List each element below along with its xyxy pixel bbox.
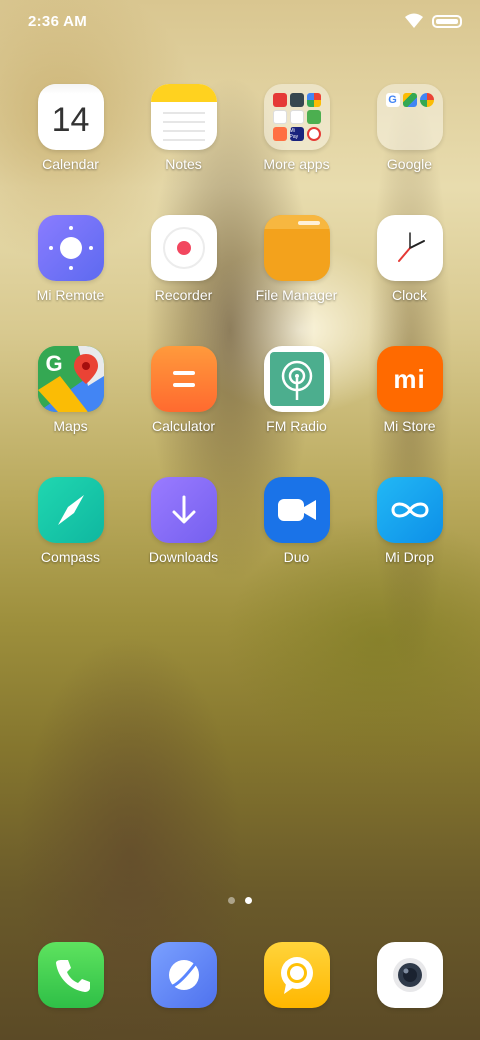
page-dot[interactable] <box>228 897 235 904</box>
app-google-folder[interactable]: G Google <box>353 84 466 172</box>
dock-phone[interactable] <box>14 942 127 1008</box>
downloads-icon <box>150 477 217 543</box>
app-label: Notes <box>165 156 202 172</box>
clock-icon <box>376 215 443 281</box>
app-mi-store[interactable]: mi Mi Store <box>353 346 466 434</box>
app-file-manager[interactable]: File Manager <box>240 215 353 303</box>
home-screen-grid: 14 Calendar Notes Mi Pay More apps G Goo… <box>14 84 466 565</box>
app-maps[interactable]: G Maps <box>14 346 127 434</box>
app-fm-radio[interactable]: FM Radio <box>240 346 353 434</box>
app-mi-drop[interactable]: Mi Drop <box>353 477 466 565</box>
app-recorder[interactable]: Recorder <box>127 215 240 303</box>
app-label: Mi Remote <box>36 287 105 303</box>
app-clock[interactable]: Clock <box>353 215 466 303</box>
app-notes[interactable]: Notes <box>127 84 240 172</box>
mi-remote-icon <box>37 215 104 281</box>
browser-icon <box>150 942 217 1008</box>
app-label: Calendar <box>42 156 99 172</box>
battery-icon <box>432 14 462 28</box>
compass-icon <box>37 477 104 543</box>
mi-logo: mi <box>393 363 426 394</box>
folder-icon: Mi Pay <box>263 84 330 150</box>
maps-g-letter: G <box>45 351 63 376</box>
phone-icon <box>37 942 104 1008</box>
mi-store-icon: mi <box>376 346 443 412</box>
app-calendar[interactable]: 14 Calendar <box>14 84 127 172</box>
app-label: Clock <box>391 287 427 303</box>
mi-drop-icon <box>376 477 443 543</box>
google-folder-icon: G <box>376 84 443 150</box>
app-label: Compass <box>40 549 101 565</box>
dock-messaging[interactable] <box>240 942 353 1008</box>
status-icons <box>404 13 462 29</box>
app-label: Downloads <box>148 549 219 565</box>
camera-icon <box>376 942 443 1008</box>
status-time: 2:36 AM <box>28 12 88 30</box>
app-label: Google <box>386 156 433 172</box>
app-compass[interactable]: Compass <box>14 477 127 565</box>
app-label: FM Radio <box>266 418 327 434</box>
recorder-icon <box>150 215 217 281</box>
app-label: Mi Store <box>383 418 436 434</box>
dock-camera[interactable] <box>353 942 466 1008</box>
app-downloads[interactable]: Downloads <box>127 477 240 565</box>
app-more-apps-folder[interactable]: Mi Pay More apps <box>240 84 353 172</box>
calendar-date: 14 <box>51 100 90 139</box>
notes-icon <box>150 84 217 150</box>
messaging-icon <box>263 942 330 1008</box>
maps-icon: G <box>37 346 104 412</box>
app-label: Mi Drop <box>384 549 434 565</box>
calendar-icon: 14 <box>37 84 104 150</box>
page-dot-active[interactable] <box>245 897 252 904</box>
app-label: Recorder <box>154 287 213 303</box>
duo-icon <box>263 477 330 543</box>
dock-browser[interactable] <box>127 942 240 1008</box>
status-bar: 2:36 AM <box>0 0 480 42</box>
app-calculator[interactable]: Calculator <box>127 346 240 434</box>
app-label: More apps <box>263 156 330 172</box>
calculator-icon <box>150 346 217 412</box>
app-label: Maps <box>53 418 88 434</box>
mi-pay-mini-icon: Mi Pay <box>289 127 304 141</box>
dock <box>14 942 466 1008</box>
wifi-icon <box>405 13 423 28</box>
page-indicator <box>0 897 480 904</box>
app-label: Calculator <box>151 418 216 434</box>
file-manager-icon <box>263 215 330 281</box>
app-duo[interactable]: Duo <box>240 477 353 565</box>
app-label: File Manager <box>255 287 338 303</box>
app-label: Duo <box>283 549 310 565</box>
app-mi-remote[interactable]: Mi Remote <box>14 215 127 303</box>
fm-radio-icon <box>263 346 330 412</box>
